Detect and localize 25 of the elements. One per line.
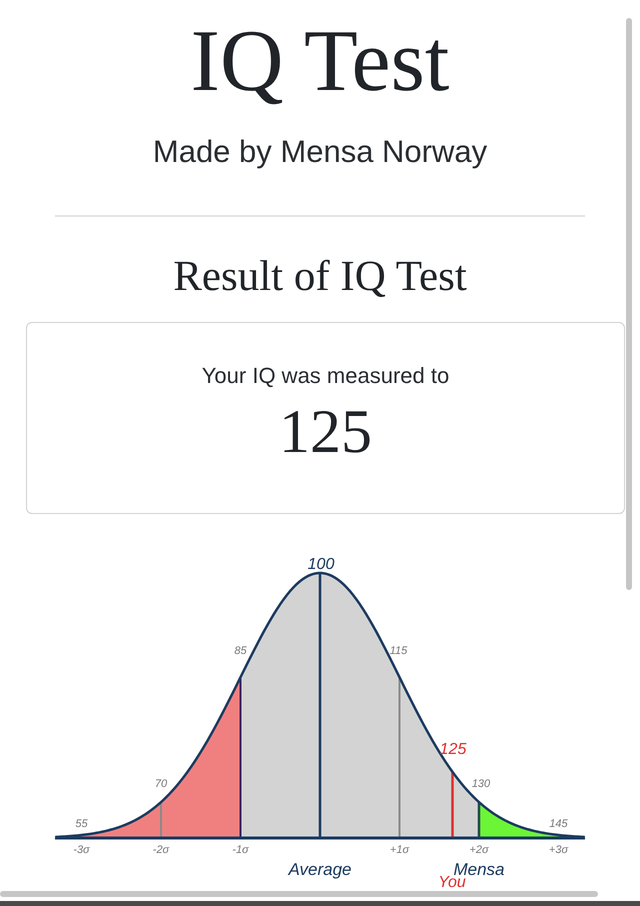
page-title: IQ Test [190, 18, 450, 106]
iq-value-label: 55 [75, 818, 88, 830]
vertical-scrollbar[interactable] [626, 18, 632, 590]
your-score-label: 125 [440, 741, 466, 758]
iq-value-label: 70 [154, 778, 168, 790]
score-line [451, 772, 454, 838]
iq-value-label: 85 [234, 645, 247, 657]
iq-value-label: 145 [549, 818, 568, 830]
horizontal-scrollbar[interactable] [0, 891, 598, 897]
sigma-label: -1σ [232, 844, 249, 856]
iq-score: 125 [279, 401, 372, 463]
peak-label: 100 [308, 556, 334, 573]
sigma-label: +2σ [469, 844, 489, 856]
sigma-label: +1σ [390, 844, 410, 856]
mensa-threshold-line [478, 802, 480, 838]
result-heading: Result of IQ Test [173, 252, 467, 302]
iq-value-label: 115 [390, 645, 408, 657]
sigma-label: -3σ [73, 844, 90, 856]
sigma-line [160, 802, 162, 838]
average-label: Average [288, 860, 352, 879]
page-subtitle: Made by Mensa Norway [152, 133, 488, 170]
result-caption: Your IQ was measured to [202, 363, 450, 389]
sigma-label: +3σ [548, 844, 568, 856]
sigma-label: -2σ [152, 844, 170, 856]
iq-value-label: 130 [472, 778, 490, 790]
